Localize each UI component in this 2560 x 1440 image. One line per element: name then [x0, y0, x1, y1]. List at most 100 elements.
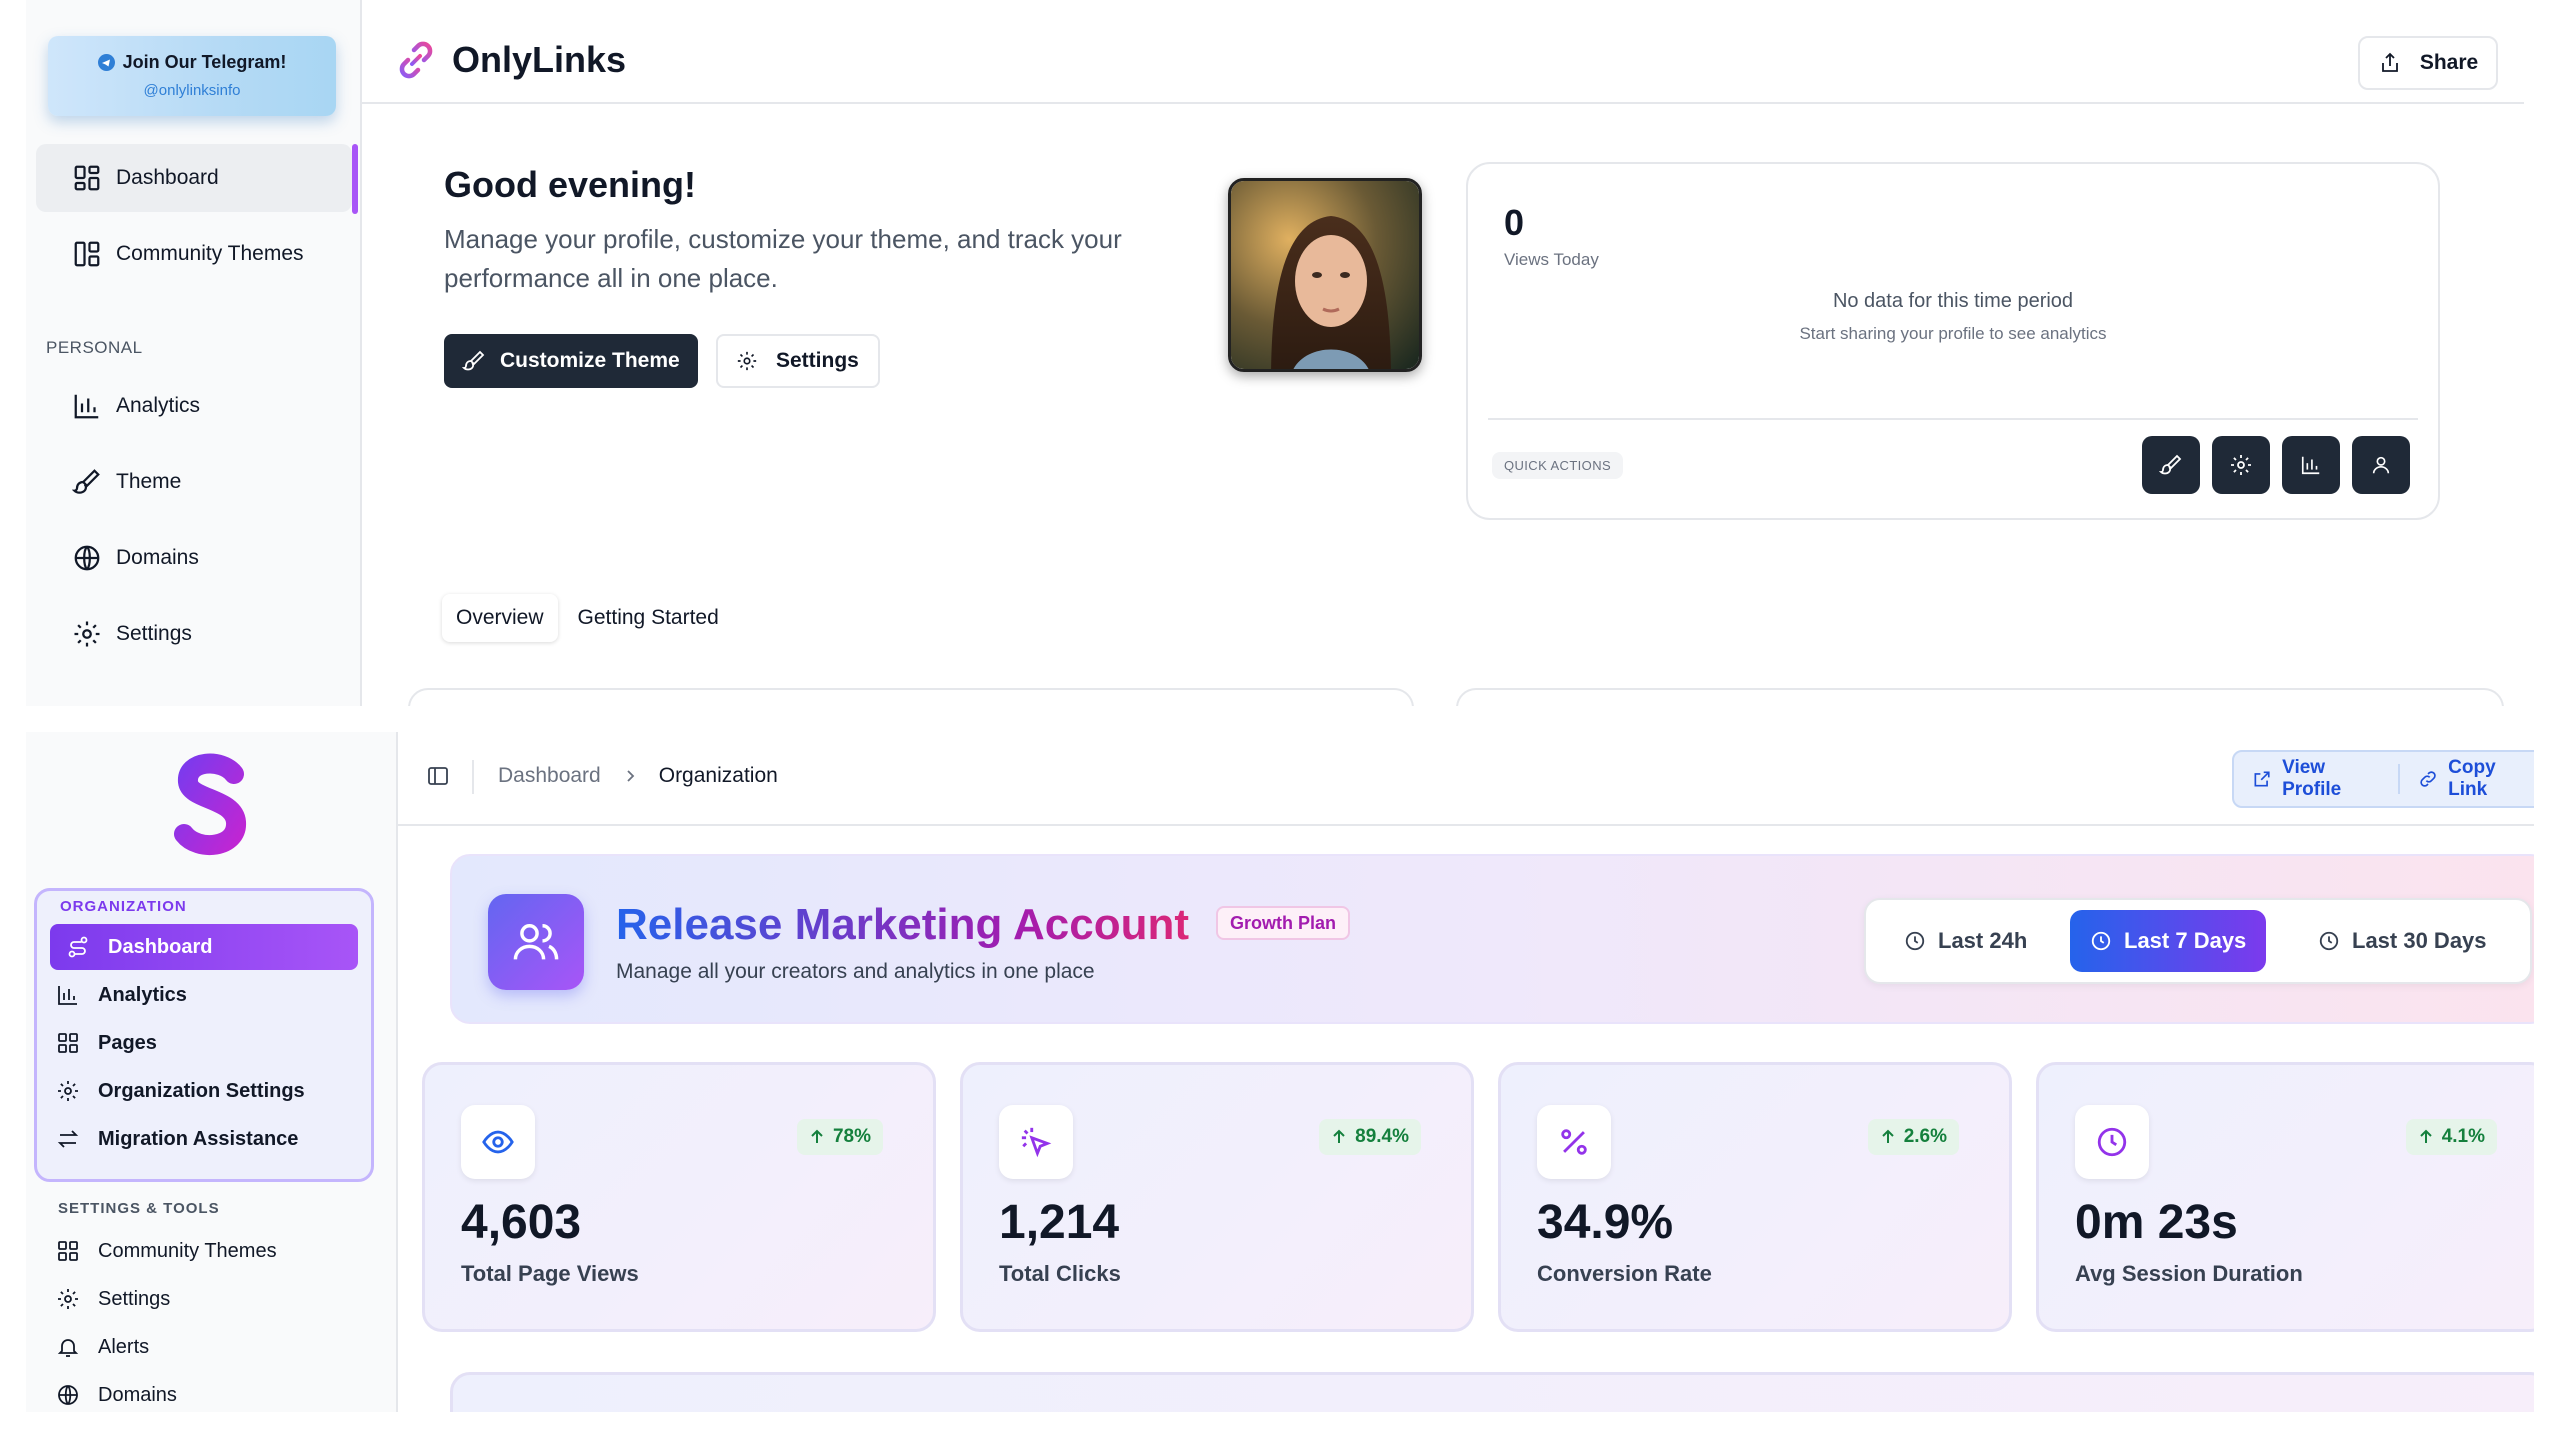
paintbrush-icon	[72, 469, 100, 494]
range-label: Last 30 Days	[2352, 928, 2487, 953]
trend-value: 78%	[832, 1126, 871, 1147]
arrow-up-icon	[811, 1129, 823, 1143]
bar-chart-icon	[74, 394, 99, 419]
sidebar-item-domains[interactable]: Domains	[40, 1372, 380, 1412]
paintbrush-icon	[2159, 454, 2182, 475]
sidebar-item-dashboard[interactable]: Dashboard	[50, 924, 358, 970]
sidebar-item-theme[interactable]: Theme	[36, 448, 352, 516]
clock-icon	[2091, 931, 2111, 951]
metric-value: 34.9%	[1537, 1196, 1674, 1249]
view-profile-button[interactable]: View Profile	[2234, 752, 2398, 806]
organization-subtitle: Manage all your creators and analytics i…	[616, 960, 1095, 983]
gear-icon	[737, 351, 757, 371]
top-header: OnlyLinks Share	[362, 0, 2524, 104]
arrows-swap-icon	[57, 1130, 79, 1148]
link-icon	[2420, 771, 2436, 787]
quick-action-profile-button[interactable]	[2352, 436, 2410, 494]
grid-icon	[58, 1033, 78, 1053]
dashboard-icon	[74, 165, 100, 191]
quick-action-settings-button[interactable]	[2212, 436, 2270, 494]
sidebar-item-label: Dashboard	[108, 935, 213, 958]
sidebar-item-alerts[interactable]: Alerts	[40, 1324, 380, 1370]
plan-badge: Growth Plan	[1216, 906, 1351, 940]
metric-card-clicks: 89.4% 1,214 Total Clicks	[960, 1062, 1474, 1332]
sidebar-item-label: Theme	[116, 470, 182, 493]
sidebar-item-label: Migration Assistance	[98, 1127, 299, 1150]
quick-actions-label: QUICK ACTIONS	[1492, 452, 1624, 479]
grid-icon	[58, 1241, 78, 1261]
trend-badge: 2.6%	[1867, 1119, 1959, 1155]
tab-overview[interactable]: Overview	[442, 594, 558, 642]
arrow-up-icon	[1333, 1129, 1345, 1143]
sidebar-item-analytics[interactable]: Analytics	[40, 972, 380, 1018]
cursor-click-icon	[999, 1105, 1073, 1179]
sidebar-toggle-icon[interactable]	[426, 764, 450, 788]
metric-label: Total Clicks	[999, 1261, 1121, 1286]
empty-state-title: No data for this time period	[1832, 290, 2074, 312]
copy-link-label: Copy Link	[2448, 757, 2496, 800]
sidebar-item-settings[interactable]: Settings	[36, 600, 352, 668]
time-range-selector: Last 24h Last 7 Days Last 30 Days	[1864, 898, 2532, 984]
share-icon	[2381, 52, 2398, 72]
content-card-partial	[1456, 688, 2504, 706]
sidebar-item-organization-settings[interactable]: Organization Settings	[40, 1068, 380, 1114]
stats-card: 0 Views Today No data for this time peri…	[1466, 162, 2440, 520]
organization-title: Release Marketing Account	[616, 900, 1189, 949]
globe-icon	[74, 545, 100, 571]
sidebar-item-label: Alerts	[98, 1335, 150, 1358]
telegram-icon	[97, 54, 115, 71]
brand[interactable]: OnlyLinks	[392, 36, 626, 84]
sidebar-item-community-themes[interactable]: Community Themes	[36, 220, 352, 288]
customize-theme-button[interactable]: Customize Theme	[444, 334, 698, 388]
sidebar-item-domains[interactable]: Domains	[36, 524, 352, 592]
sidebar-item-label: Community Themes	[116, 242, 304, 265]
tab-getting-started[interactable]: Getting Started	[564, 594, 733, 642]
sidebar-item-label: Analytics	[116, 394, 201, 417]
settings-button[interactable]: Settings	[716, 334, 880, 388]
sidebar-item-label: Analytics	[98, 983, 187, 1006]
share-button[interactable]: Share	[2358, 36, 2498, 90]
divider	[472, 760, 474, 794]
layout-icon	[74, 241, 100, 267]
settings-label: Settings	[776, 349, 859, 372]
range-last-7-days-button[interactable]: Last 7 Days	[2070, 910, 2267, 972]
sidebar-item-community-themes[interactable]: Community Themes	[40, 1228, 380, 1274]
sidebar-item-label: Organization Settings	[98, 1079, 305, 1102]
sidebar-item-analytics[interactable]: Analytics	[36, 372, 352, 440]
eye-icon	[461, 1105, 535, 1179]
sidebar-item-label: Pages	[98, 1031, 157, 1054]
range-last-24h-button[interactable]: Last 24h	[1884, 910, 2047, 972]
bell-icon	[57, 1339, 79, 1357]
quick-action-theme-button[interactable]	[2142, 436, 2200, 494]
sidebar-item-settings[interactable]: Settings	[40, 1276, 380, 1322]
sidebar-item-label: Domains	[98, 1383, 177, 1406]
brand-name: OnlyLinks	[452, 39, 627, 80]
quick-action-analytics-button[interactable]	[2282, 436, 2340, 494]
clock-icon	[1905, 931, 1925, 951]
users-icon	[488, 894, 584, 990]
metric-value: 1,214	[999, 1196, 1120, 1249]
organization-dashboard-panel: ORGANIZATION Dashboard Analytics Pages O…	[26, 732, 2534, 1412]
sidebar-item-label: Settings	[98, 1287, 171, 1310]
route-icon	[68, 936, 88, 958]
breadcrumb-current: Organization	[658, 764, 778, 787]
gear-icon	[74, 621, 100, 647]
trend-badge: 89.4%	[1319, 1119, 1421, 1155]
clock-icon	[2075, 1105, 2149, 1179]
telegram-banner[interactable]: Join Our Telegram! @onlylinksinfo	[48, 36, 336, 116]
sidebar-item-label: Settings	[116, 622, 192, 645]
content-card-partial	[408, 688, 1414, 706]
breadcrumb-parent[interactable]: Dashboard	[498, 764, 601, 788]
sidebar-item-pages[interactable]: Pages	[40, 1020, 380, 1066]
telegram-handle: @onlylinksinfo	[143, 82, 241, 99]
sidebar-item-migration-assistance[interactable]: Migration Assistance	[40, 1116, 380, 1162]
customize-theme-label: Customize Theme	[500, 349, 680, 372]
s-logo-icon[interactable]	[162, 752, 260, 856]
group-label-organization: ORGANIZATION	[60, 898, 187, 915]
range-last-30-days-button[interactable]: Last 30 Days	[2298, 910, 2507, 972]
profile-avatar[interactable]	[1228, 178, 1422, 372]
copy-link-button[interactable]: Copy Link	[2400, 752, 2534, 806]
trend-badge: 78%	[796, 1119, 883, 1155]
greeting-title: Good evening!	[444, 164, 696, 205]
sidebar-item-dashboard[interactable]: Dashboard	[36, 144, 352, 212]
